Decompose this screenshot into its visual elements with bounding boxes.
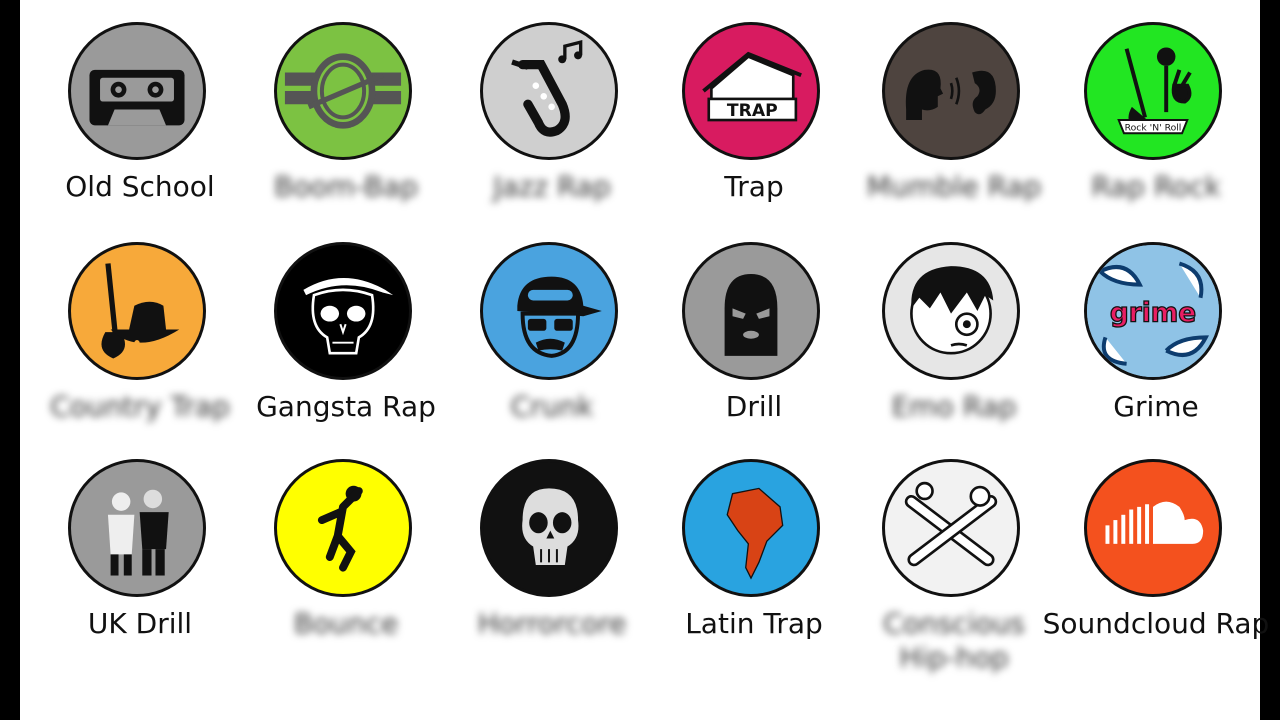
genre-label: Bounce (293, 607, 399, 640)
genre-label: Latin Trap (685, 607, 823, 640)
speak-ear-icon (882, 22, 1020, 160)
genre-label: UK Drill (87, 607, 193, 640)
genre-label: Boom-Bap (274, 170, 418, 203)
genre-tile: Crunk (452, 220, 652, 450)
genre-tile: Rock 'N' Roll Rap Rock (1056, 0, 1256, 230)
cassette-icon (68, 22, 206, 160)
genre-tile: UK Drill (40, 437, 240, 667)
trap-house-icon: TRAP (682, 22, 820, 160)
bouncing-figure-icon (274, 459, 412, 597)
cowboy-guitar-icon (68, 242, 206, 380)
masked-duo-icon (68, 459, 206, 597)
genre-tile: Mumble Rap (854, 0, 1054, 230)
genre-tile: Soundcloud Rap (1043, 437, 1269, 667)
balaclava-icon (682, 242, 820, 380)
genre-tile: Drill (654, 220, 854, 450)
emo-face-icon (882, 242, 1020, 380)
grunge-skull-icon (480, 459, 618, 597)
genre-tile: grime Grime (1056, 220, 1256, 450)
genre-tile: Bounce (246, 437, 446, 667)
genre-label: Old School (65, 170, 215, 203)
south-america-icon (682, 459, 820, 597)
svg-text:TRAP: TRAP (727, 101, 778, 121)
saxophone-icon (480, 22, 618, 160)
genre-tile: Jazz Rap (452, 0, 652, 230)
genre-tile: Country Trap (40, 220, 240, 450)
genre-label: Conscious Hip-hop (883, 607, 1025, 674)
genre-tile: TRAP Trap (654, 0, 854, 230)
bandana-skull-icon (274, 242, 412, 380)
soundcloud-icon (1084, 459, 1222, 597)
svg-text:grime: grime (1110, 298, 1196, 329)
genre-label: Grime (1113, 390, 1199, 423)
genre-tile: Boom-Bap (246, 0, 446, 230)
genre-label: Country Trap (50, 390, 230, 423)
genre-tile: Gangsta Rap (246, 220, 446, 450)
cap-sunglasses-icon (480, 242, 618, 380)
genre-label: Gangsta Rap (256, 390, 436, 423)
genre-tile: Emo Rap (854, 220, 1054, 450)
genre-tile: Horrorcore (452, 437, 652, 667)
genre-tile: Conscious Hip-hop (854, 437, 1054, 674)
genre-tile: Old School (40, 0, 240, 230)
drum-icon (274, 22, 412, 160)
svg-text:Rock 'N' Roll: Rock 'N' Roll (1125, 123, 1182, 134)
genre-board: Old School Boom-Bap Jazz Rap TRAP Trap Mu… (20, 0, 1269, 720)
rock-n-roll-icon: Rock 'N' Roll (1084, 22, 1222, 160)
crossed-arms-icon (882, 459, 1020, 597)
genre-label: Soundcloud Rap (1042, 607, 1270, 640)
grime-graffiti-icon: grime (1084, 242, 1222, 380)
genre-label: Rap Rock (1091, 170, 1221, 203)
genre-tile: Latin Trap (654, 437, 854, 667)
